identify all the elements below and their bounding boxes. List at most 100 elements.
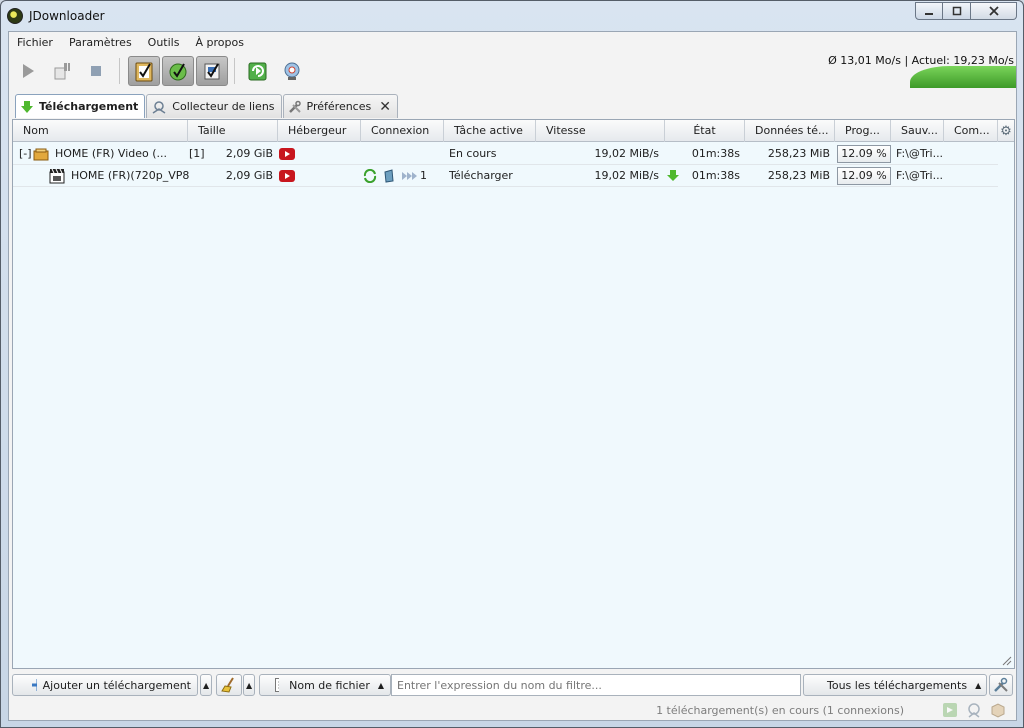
col-tache-active[interactable]: Tâche active [444, 120, 536, 142]
filter-type-label: Nom de fichier [289, 678, 370, 692]
tab-preferences[interactable]: Préférences ✕ [282, 94, 398, 118]
tab-preferences-label: Préférences [306, 100, 372, 113]
view-selector-arrow: ▲ [975, 680, 982, 690]
table-header: Nom Taille Hébergeur Connexion Tâche act… [13, 120, 1014, 142]
tools-icon [994, 677, 1008, 692]
video-file-icon [49, 165, 67, 187]
file-speed: 19,02 MiB/s [594, 169, 659, 182]
col-progression[interactable]: Prog... [835, 120, 891, 142]
package-loaded: 258,23 MiB [767, 147, 830, 160]
col-etat[interactable]: État [665, 120, 745, 142]
premium-toggle[interactable] [196, 56, 228, 86]
jdownloader-logo-icon [7, 7, 23, 24]
column-settings-gear-icon[interactable]: ⚙ [998, 120, 1014, 142]
menu-outils[interactable]: Outils [140, 34, 188, 52]
col-donnees[interactable]: Données té... [745, 120, 835, 142]
col-taille[interactable]: Taille [188, 120, 278, 142]
add-download-button[interactable]: Ajouter un téléchargement [12, 674, 198, 696]
cleanup-menu-arrow[interactable]: ▲ [243, 674, 255, 696]
pause-downloads-button[interactable] [47, 56, 77, 86]
bottom-toolbar: Ajouter un téléchargement ▲ ▲ Nom de fic… [12, 673, 1015, 697]
quick-settings-button[interactable] [989, 674, 1013, 696]
reconnect-button[interactable] [243, 56, 273, 86]
start-downloads-button[interactable] [13, 56, 43, 86]
menu-fichier[interactable]: Fichier [9, 34, 61, 52]
window-controls [915, 2, 1017, 20]
linkgrabber-icon [151, 100, 167, 114]
menu-a-propos[interactable]: À propos [187, 34, 251, 52]
connection-count: 1 [420, 169, 427, 182]
package-size: 2,09 GiB [225, 147, 273, 160]
filter-input[interactable] [391, 674, 801, 696]
package-count: [1] [189, 147, 205, 160]
youtube-host-icon [279, 143, 299, 165]
speed-text: Ø 13,01 Mo/s | Actuel: 19,23 Mo/s [828, 54, 1014, 67]
broom-icon [221, 677, 234, 693]
col-commentaire[interactable]: Com... [944, 120, 998, 142]
youtube-host-icon [279, 165, 299, 187]
file-progress: 12.09 % [837, 167, 891, 185]
view-selector[interactable]: Tous les téléchargements ▲ [803, 674, 987, 696]
minimize-button[interactable] [915, 2, 943, 20]
clipboard-check-icon [135, 62, 153, 82]
main-toolbar [13, 56, 311, 86]
speed-meter: Ø 13,01 Mo/s | Actuel: 19,23 Mo/s [816, 52, 1016, 88]
reconnect-status-icon[interactable] [942, 702, 958, 718]
package-eta: 01m:38s [691, 147, 740, 160]
package-task: En cours [449, 147, 497, 160]
add-download-label: Ajouter un téléchargement [42, 678, 191, 692]
close-tab-icon[interactable]: ✕ [379, 99, 391, 115]
col-connexion[interactable]: Connexion [361, 120, 444, 142]
add-download-menu-arrow[interactable]: ▲ [200, 674, 212, 696]
window-title: JDownloader [29, 8, 105, 23]
package-name: HOME (FR) Video (... [55, 147, 168, 160]
tab-telechargement[interactable]: Téléchargement [15, 94, 146, 118]
main-area: Fichier Paramètres Outils À propos Ø 13,… [8, 31, 1017, 721]
tab-collecteur-label: Collecteur de liens [172, 100, 275, 113]
stop-icon [91, 66, 101, 76]
close-window-button[interactable] [971, 2, 1017, 20]
package-status-icon[interactable] [990, 702, 1006, 718]
play-icon [23, 64, 34, 78]
linkgrabber-status-icon[interactable] [966, 702, 982, 718]
package-speed: 19,02 MiB/s [594, 147, 659, 160]
update-button[interactable] [277, 56, 307, 86]
pause-icon [54, 63, 70, 80]
download-table: Nom Taille Hébergeur Connexion Tâche act… [12, 119, 1015, 669]
file-task: Télécharger [449, 169, 513, 182]
toolbar-separator-2 [234, 58, 235, 84]
update-globe-icon [284, 62, 300, 80]
maximize-button[interactable] [943, 2, 971, 20]
col-hebergeur[interactable]: Hébergeur [278, 120, 361, 142]
file-icon [275, 678, 280, 692]
package-progress: 12.09 % [837, 145, 891, 163]
toolbar-separator [119, 58, 120, 84]
filter-type-selector[interactable]: Nom de fichier ▲ [259, 674, 391, 696]
resize-grip-icon[interactable] [1000, 654, 1012, 666]
auto-reconnect-toggle[interactable] [162, 56, 194, 86]
col-sauvegarde[interactable]: Sauv... [891, 120, 944, 142]
cleanup-button[interactable] [216, 674, 242, 696]
tab-collecteur-de-liens[interactable]: Collecteur de liens [146, 94, 282, 118]
app-window: JDownloader Fichier Paramètres Outils À … [0, 0, 1024, 728]
file-eta: 01m:38s [691, 169, 740, 182]
expand-toggle[interactable]: [-] [19, 143, 31, 165]
col-nom[interactable]: Nom [13, 120, 188, 142]
downloading-state-icon [667, 165, 683, 187]
status-bar: 1 téléchargement(s) en cours (1 connexio… [9, 700, 1016, 720]
maximize-icon [952, 6, 961, 16]
title-bar[interactable]: JDownloader [1, 1, 1023, 30]
view-selector-label: Tous les téléchargements [827, 678, 968, 692]
col-vitesse[interactable]: Vitesse [536, 120, 665, 142]
clipboard-monitor-toggle[interactable] [128, 56, 160, 86]
close-icon [988, 6, 999, 16]
menu-parametres[interactable]: Paramètres [61, 34, 140, 52]
file-size: 2,09 GiB [225, 169, 273, 182]
minimize-icon [925, 13, 933, 15]
stop-downloads-button[interactable] [81, 56, 111, 86]
premium-check-icon [204, 63, 220, 80]
plugin-icon [383, 165, 397, 187]
file-name: HOME (FR)(720p_VP8-... [71, 169, 189, 182]
table-row-file[interactable]: HOME (FR)(720p_VP8-... 2,09 GiB 1 Téléch… [13, 165, 998, 187]
table-row-package[interactable]: [-] HOME (FR) Video (... [1] 2,09 GiB En… [13, 143, 998, 165]
